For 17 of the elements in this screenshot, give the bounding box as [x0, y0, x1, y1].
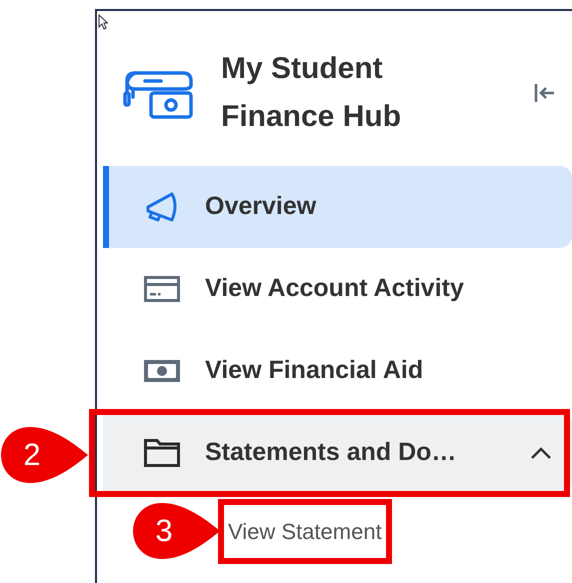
megaphone-icon	[145, 191, 179, 223]
nav-label: View Financial Aid	[205, 355, 424, 386]
nav-item[interactable]: Statements and Do…	[103, 412, 572, 494]
chevron-up-icon[interactable]	[530, 446, 552, 460]
folder-icon	[144, 439, 180, 467]
sub-nav-link[interactable]: View Statement	[218, 498, 392, 564]
card-icon	[144, 276, 180, 302]
nav-label: Statements and Do…	[205, 437, 456, 468]
app-title: My Student Finance Hub	[221, 50, 402, 134]
nav-item[interactable]: Overview	[103, 166, 572, 248]
banknote-icon	[144, 360, 180, 382]
callout-number: 2	[22, 436, 42, 474]
collapse-icon[interactable]	[534, 82, 556, 102]
cursor-icon	[98, 14, 108, 30]
nav-label: Overview	[205, 191, 316, 222]
nav-label: View Account Activity	[205, 273, 464, 304]
callout-number: 3	[154, 512, 174, 550]
